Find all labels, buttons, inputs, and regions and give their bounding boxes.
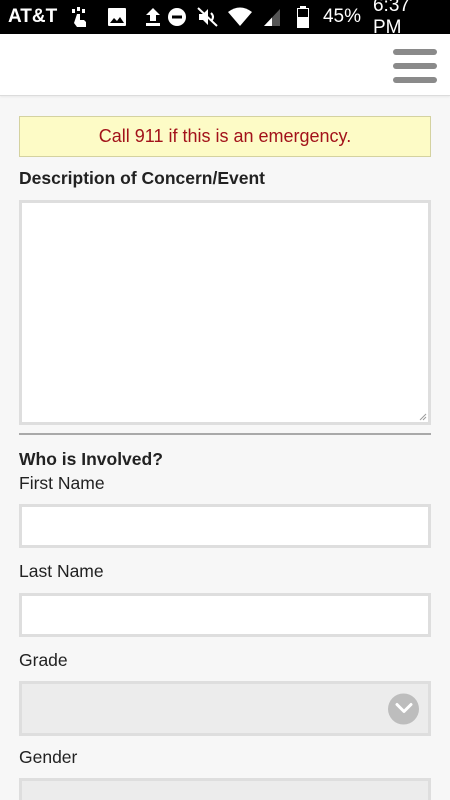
last-name-field[interactable] [19,593,431,637]
section-divider [19,433,431,435]
mute-icon [197,6,220,28]
grade-label: Grade [19,650,68,670]
battery-percent: 45% [322,6,361,27]
description-textarea[interactable] [19,200,431,425]
involved-heading: Who is Involved? [19,449,163,469]
gender-select[interactable] [19,778,431,800]
resize-grip-icon[interactable] [419,413,427,421]
chevron-down-icon [388,693,419,724]
first-name-label: First Name [19,473,105,493]
emergency-alert: Call 911 if this is an emergency. [19,116,431,157]
do-not-disturb-icon [165,6,188,28]
image-icon [105,6,129,28]
status-bar: AT&T 45% 6:37 PM [0,0,450,38]
signal-icon [260,6,283,28]
gender-label: Gender [19,747,78,767]
hamburger-menu-icon[interactable] [393,49,437,83]
battery-icon [292,6,315,28]
app-header [0,34,450,96]
first-name-field[interactable] [19,504,431,548]
last-name-label: Last Name [19,561,104,581]
upload-icon [141,6,165,28]
carrier-label: AT&T [8,6,58,27]
description-label: Description of Concern/Event [19,168,266,188]
emergency-alert-text: Call 911 if this is an emergency. [98,126,352,146]
touch-icon [69,6,93,28]
grade-select[interactable] [19,681,431,736]
wifi-icon [228,6,253,28]
